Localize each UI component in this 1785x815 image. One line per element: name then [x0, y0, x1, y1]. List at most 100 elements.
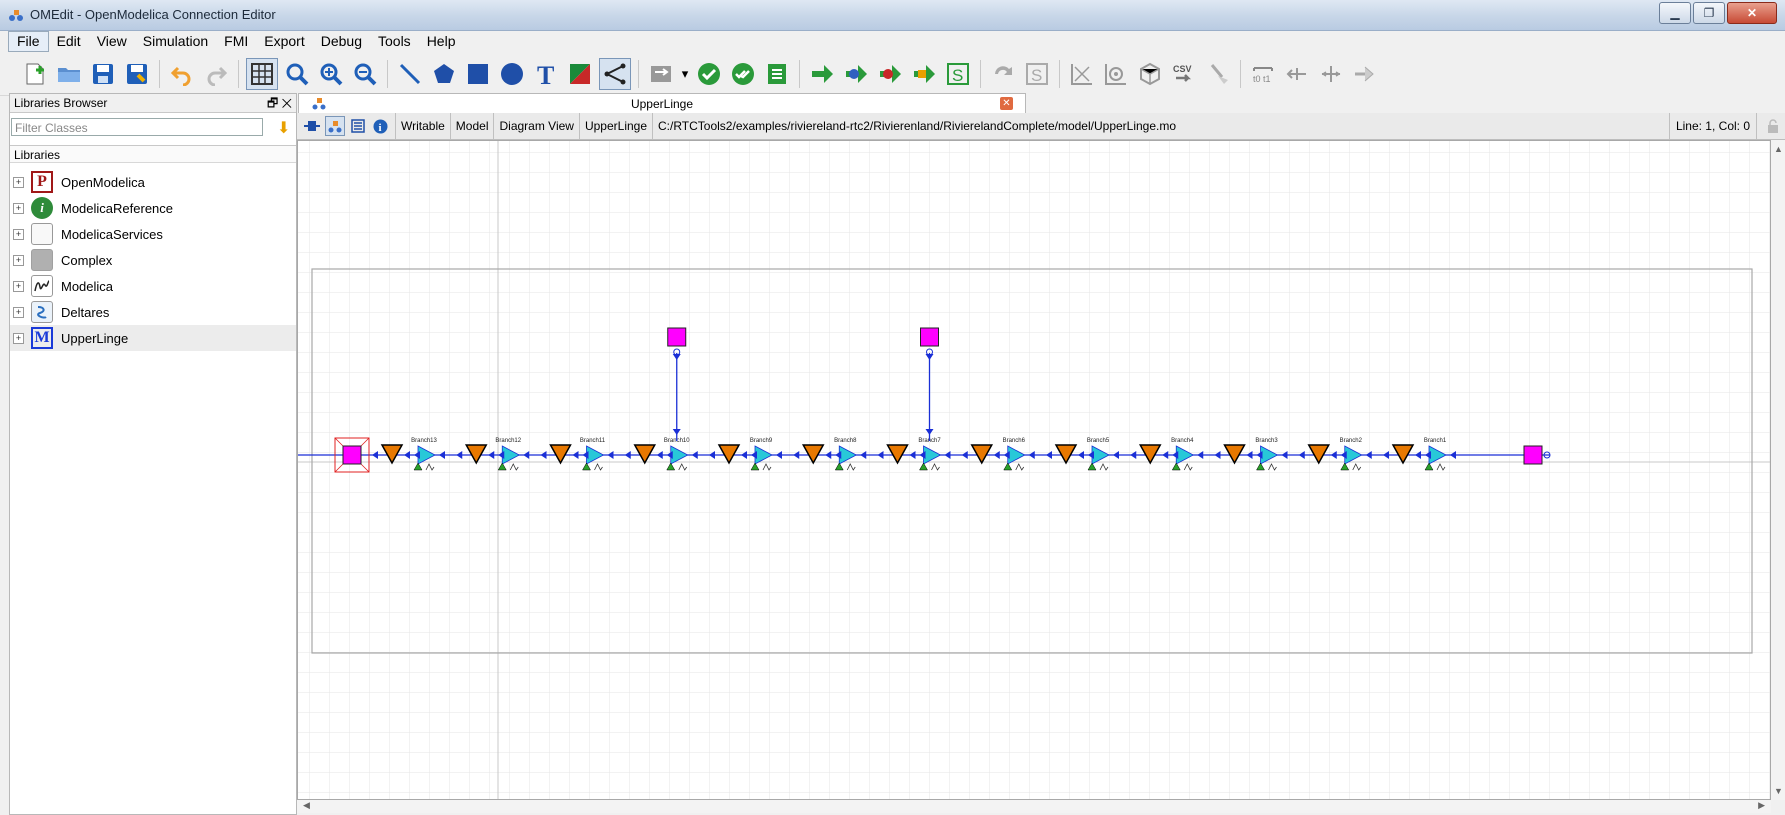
diagram-canvas[interactable]: Branch13Branch12Branch11Branch10Branch9B… — [297, 140, 1771, 800]
horizontal-scrollbar[interactable]: ◀ ▶ — [297, 800, 1771, 813]
menu-simulation[interactable]: Simulation — [135, 31, 216, 52]
array-plot-icon[interactable] — [1135, 59, 1165, 89]
bitmap-shape-icon[interactable] — [565, 59, 595, 89]
library-item-deltares[interactable]: + Deltares — [10, 299, 296, 325]
menu-view[interactable]: View — [89, 31, 135, 52]
documentation-view-icon[interactable]: i — [371, 117, 389, 135]
polygon-shape-icon[interactable] — [429, 59, 459, 89]
menu-export[interactable]: Export — [256, 31, 312, 52]
dropdown-arrow-icon[interactable]: ▾ — [680, 59, 690, 89]
menu-debug[interactable]: Debug — [313, 31, 370, 52]
fmu-export-icon[interactable] — [1350, 59, 1380, 89]
branch-label: Branch2 — [1340, 438, 1363, 444]
menu-edit[interactable]: Edit — [49, 31, 89, 52]
vertical-scrollbar[interactable]: ▲ ▼ — [1771, 140, 1785, 800]
menu-file[interactable]: File — [8, 31, 49, 52]
filter-classes-input[interactable]: Filter Classes — [11, 118, 263, 136]
lateral-inflow-node — [667, 327, 687, 347]
check-model-icon[interactable] — [694, 59, 724, 89]
icon-view-icon[interactable] — [303, 117, 321, 135]
rectangle-shape-icon[interactable] — [463, 59, 493, 89]
boundary-inflow-node — [342, 445, 362, 465]
library-item-upperlinge[interactable]: + M UpperLinge — [10, 325, 296, 351]
lock-icon[interactable] — [1767, 119, 1779, 133]
libraries-browser-panel: Libraries Browser 🗗 ✕ Filter Classes ⬇ L… — [9, 93, 297, 815]
diff-plot-icon[interactable]: t0 t1 — [1248, 59, 1278, 89]
expand-icon[interactable]: + — [13, 176, 24, 188]
zoom-out-icon[interactable] — [350, 59, 380, 89]
line-shape-icon[interactable] — [395, 59, 425, 89]
simulation-setup-icon[interactable]: S — [943, 59, 973, 89]
libraries-browser-title: Libraries Browser — [14, 96, 108, 110]
expand-icon[interactable]: + — [13, 254, 24, 266]
parametric-plot-icon[interactable] — [1101, 59, 1131, 89]
fit-in-view-icon[interactable] — [1282, 59, 1312, 89]
window-title: OMEdit - OpenModelica Connection Editor — [30, 7, 276, 22]
omedit-app-icon — [9, 10, 23, 21]
minimize-button[interactable]: ▁ — [1659, 2, 1691, 24]
zoom-in-icon[interactable] — [316, 59, 346, 89]
branch-label: Branch11 — [580, 438, 606, 444]
grid-lines-icon[interactable] — [246, 58, 278, 90]
export-csv-icon[interactable]: CSV — [1169, 59, 1199, 89]
library-item-modelicareference[interactable]: + i ModelicaReference — [10, 195, 296, 221]
connect-mode-icon[interactable] — [599, 58, 631, 90]
branch-label: Branch3 — [1255, 438, 1278, 444]
expand-icon[interactable]: + — [13, 202, 24, 214]
expand-icon[interactable]: + — [13, 306, 24, 318]
diagram-grid — [298, 141, 1770, 799]
library-item-label: Deltares — [61, 304, 110, 320]
expand-icon[interactable]: + — [13, 332, 24, 344]
expand-icon[interactable]: + — [13, 280, 24, 292]
zoom-reset-icon[interactable] — [282, 59, 312, 89]
library-item-complex[interactable]: + Complex — [10, 247, 296, 273]
new-file-icon[interactable] — [20, 59, 50, 89]
instantiate-model-icon[interactable] — [762, 59, 792, 89]
auto-scale-icon[interactable] — [1316, 59, 1346, 89]
redo-icon[interactable] — [201, 59, 231, 89]
model-document-area: UpperLinge ✕ i Writable Model Diagram Vi… — [297, 93, 1785, 813]
diagram-view-button-icon[interactable] — [325, 116, 345, 136]
close-panel-icon[interactable]: ✕ — [282, 96, 292, 110]
clear-plot-icon[interactable] — [1203, 59, 1233, 89]
float-panel-icon[interactable]: 🗗 — [267, 96, 278, 110]
menu-tools[interactable]: Tools — [370, 31, 419, 52]
simulate-with-animation-icon[interactable] — [909, 59, 939, 89]
svg-text:t0 t1: t0 t1 — [1253, 74, 1271, 84]
reload-simulation-icon[interactable] — [988, 59, 1018, 89]
save-icon[interactable] — [88, 59, 118, 89]
simulation-setup-disabled-icon[interactable]: S — [1022, 59, 1052, 89]
library-item-openmodelica[interactable]: + P OpenModelica — [10, 169, 296, 195]
close-tab-icon[interactable]: ✕ — [1000, 97, 1013, 110]
text-view-icon[interactable] — [349, 117, 367, 135]
check-all-models-icon[interactable] — [728, 59, 758, 89]
libraries-browser-header: Libraries Browser 🗗 ✕ — [10, 94, 296, 113]
modelica-icon — [31, 275, 53, 297]
deltares-icon — [31, 301, 53, 323]
filter-options-arrow-icon[interactable]: ⬇ — [277, 118, 290, 138]
simulate-icon[interactable] — [807, 59, 837, 89]
maximize-button[interactable]: ❐ — [1693, 2, 1725, 24]
open-folder-icon[interactable] — [54, 59, 84, 89]
simulate-with-transformational-debugger-icon[interactable] — [841, 59, 871, 89]
menu-help[interactable]: Help — [419, 31, 464, 52]
branch-label: Branch4 — [1171, 438, 1194, 444]
simulate-with-algorithmic-debugger-icon[interactable] — [875, 59, 905, 89]
info-icon: i — [31, 197, 53, 219]
library-item-modelica[interactable]: + Modelica — [10, 273, 296, 299]
save-all-icon[interactable] — [122, 59, 152, 89]
close-window-button[interactable]: ✕ — [1727, 2, 1777, 24]
branch-label: Branch8 — [834, 438, 857, 444]
library-item-label: Complex — [61, 252, 113, 268]
menu-fmi[interactable]: FMI — [216, 31, 256, 52]
expand-icon[interactable]: + — [13, 228, 24, 240]
plot-icon[interactable] — [1067, 59, 1097, 89]
transition-mode-icon[interactable] — [646, 59, 676, 89]
ellipse-shape-icon[interactable] — [497, 59, 527, 89]
cursor-position-label: Line: 1, Col: 0 — [1668, 113, 1757, 139]
library-item-label: ModelicaServices — [61, 226, 163, 242]
undo-icon[interactable] — [167, 59, 197, 89]
tab-upperlinge[interactable]: UpperLinge ✕ — [298, 93, 1026, 113]
text-shape-icon[interactable]: T — [531, 59, 561, 89]
library-item-modelicaservices[interactable]: + ModelicaServices — [10, 221, 296, 247]
